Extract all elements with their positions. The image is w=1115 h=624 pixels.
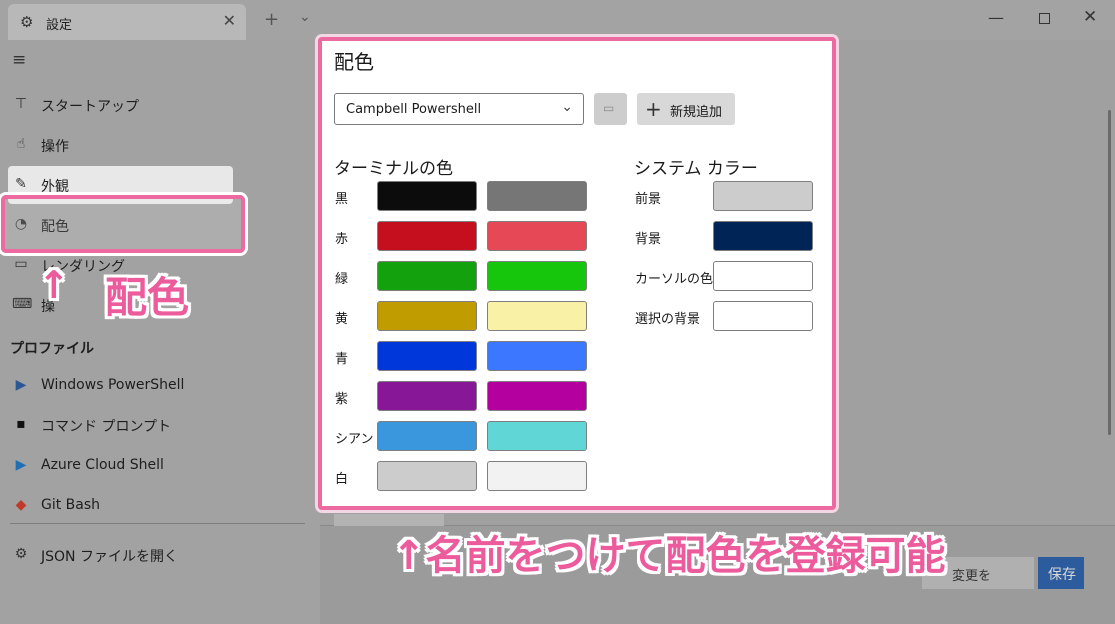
azure-icon: ▶	[15, 457, 27, 473]
page-title: 配色	[334, 50, 374, 74]
close-window-icon[interactable]: ✕	[1083, 7, 1097, 27]
gear-icon: ⚙	[14, 546, 28, 562]
cmd-icon: ▪	[16, 416, 26, 432]
minimize-icon[interactable]: —	[988, 8, 1004, 27]
open-json-label: JSON ファイルを開く	[41, 549, 178, 565]
tab-title: 設定	[46, 18, 73, 33]
terminal-colors-title: ターミナルの色	[334, 159, 453, 179]
terminal-color-label: 赤	[335, 232, 349, 247]
color-swatch-bright[interactable]	[487, 301, 587, 331]
terminal-color-label: 紫	[335, 392, 349, 407]
powershell-icon: ▶	[15, 377, 27, 393]
color-swatch-normal[interactable]	[377, 461, 477, 491]
color-swatch-bright[interactable]	[487, 341, 587, 371]
sidebar-item-interaction[interactable]: ☝ 操作	[0, 128, 320, 162]
keyboard-icon: ⌨	[12, 296, 33, 312]
scrollbar[interactable]	[1108, 110, 1111, 435]
color-swatch-bright[interactable]	[487, 381, 587, 411]
system-color-swatch[interactable]	[713, 221, 813, 251]
scheme-select-value: Campbell Powershell	[346, 102, 482, 117]
chevron-down-icon[interactable]: ⌄	[299, 9, 311, 25]
system-color-label: 選択の背景	[635, 312, 701, 327]
menu-icon[interactable]: ≡	[12, 50, 26, 70]
rendering-icon: ▭	[14, 256, 28, 272]
system-color-swatch[interactable]	[713, 261, 813, 291]
terminal-color-label: 黄	[335, 312, 349, 327]
add-new-label: 新規追加	[670, 105, 723, 120]
system-color-swatch[interactable]	[713, 301, 813, 331]
system-colors-title: システム カラー	[634, 159, 758, 179]
plus-icon: +	[645, 97, 662, 121]
color-swatch-normal[interactable]	[377, 261, 477, 291]
gear-icon: ⚙	[20, 13, 34, 31]
settings-tab[interactable]: ⚙ 設定 ✕	[8, 4, 246, 40]
startup-icon: ⊤	[14, 96, 28, 112]
color-swatch-normal[interactable]	[377, 181, 477, 211]
sidebar-item-startup[interactable]: ⊤ スタートアップ	[0, 88, 320, 122]
rename-icon: ▭	[603, 101, 615, 115]
color-swatch-bright[interactable]	[487, 181, 587, 211]
title-bar: ⚙ 設定 ✕ + ⌄ — ✕	[0, 0, 1115, 40]
sidebar-item-label: スタートアップ	[41, 99, 139, 115]
sidebar-item-azure-cloud-shell[interactable]: ▶ Azure Cloud Shell	[0, 449, 320, 483]
color-swatch-bright[interactable]	[487, 421, 587, 451]
annotation-left-text: 配色	[105, 273, 190, 322]
sidebar-item-windows-powershell[interactable]: ▶ Windows PowerShell	[0, 369, 320, 403]
system-color-label: 前景	[635, 192, 662, 207]
terminal-color-label: シアン	[335, 432, 374, 447]
add-new-button[interactable]: + 新規追加	[637, 93, 735, 125]
annotation-bottom-text: ↑名前をつけて配色を登録可能	[392, 533, 946, 579]
terminal-color-label: 緑	[335, 272, 349, 287]
new-tab-icon[interactable]: +	[264, 9, 279, 30]
sidebar-item-label: Windows PowerShell	[41, 377, 185, 393]
annotation-arrow: ↑	[38, 263, 70, 307]
sidebar-item-git-bash[interactable]: ◆ Git Bash	[0, 489, 320, 523]
color-swatch-normal[interactable]	[377, 221, 477, 251]
color-swatch-bright[interactable]	[487, 261, 587, 291]
color-swatch-normal[interactable]	[377, 381, 477, 411]
color-swatch-normal[interactable]	[377, 301, 477, 331]
sidebar-item-command-prompt[interactable]: ▪ コマンド プロンプト	[0, 408, 320, 442]
sidebar-item-label: 外観	[41, 179, 69, 195]
scheme-select[interactable]: Campbell Powershell ⌄	[334, 93, 584, 125]
sidebar-item-label: 操作	[41, 139, 69, 155]
git-icon: ◆	[15, 497, 27, 513]
color-swatch-bright[interactable]	[487, 221, 587, 251]
terminal-color-label: 青	[335, 352, 349, 367]
terminal-color-label: 黒	[335, 192, 349, 207]
open-json-link[interactable]: ⚙ JSON ファイルを開く	[0, 538, 320, 572]
highlight-box-sidebar	[1, 195, 245, 253]
appearance-icon: ✎	[15, 176, 27, 192]
system-color-swatch[interactable]	[713, 181, 813, 211]
sidebar-item-label: Git Bash	[41, 497, 101, 513]
color-swatch-bright[interactable]	[487, 461, 587, 491]
sidebar-item-label: Azure Cloud Shell	[41, 457, 164, 473]
system-color-label: 背景	[635, 232, 662, 247]
color-swatch-normal[interactable]	[377, 341, 477, 371]
rename-button[interactable]: ▭	[594, 93, 627, 125]
interaction-icon: ☝	[16, 136, 26, 152]
sidebar-divider	[10, 523, 305, 524]
save-button[interactable]: 保存	[1038, 557, 1084, 589]
color-swatch-normal[interactable]	[377, 421, 477, 451]
close-tab-icon[interactable]: ✕	[223, 11, 236, 30]
maximize-icon[interactable]	[1039, 13, 1050, 24]
profiles-section-title: プロファイル	[10, 341, 94, 357]
terminal-color-label: 白	[335, 472, 349, 487]
system-color-label: カーソルの色	[635, 272, 714, 287]
sidebar-item-label: コマンド プロンプト	[41, 419, 172, 435]
chevron-down-icon: ⌄	[561, 99, 573, 115]
